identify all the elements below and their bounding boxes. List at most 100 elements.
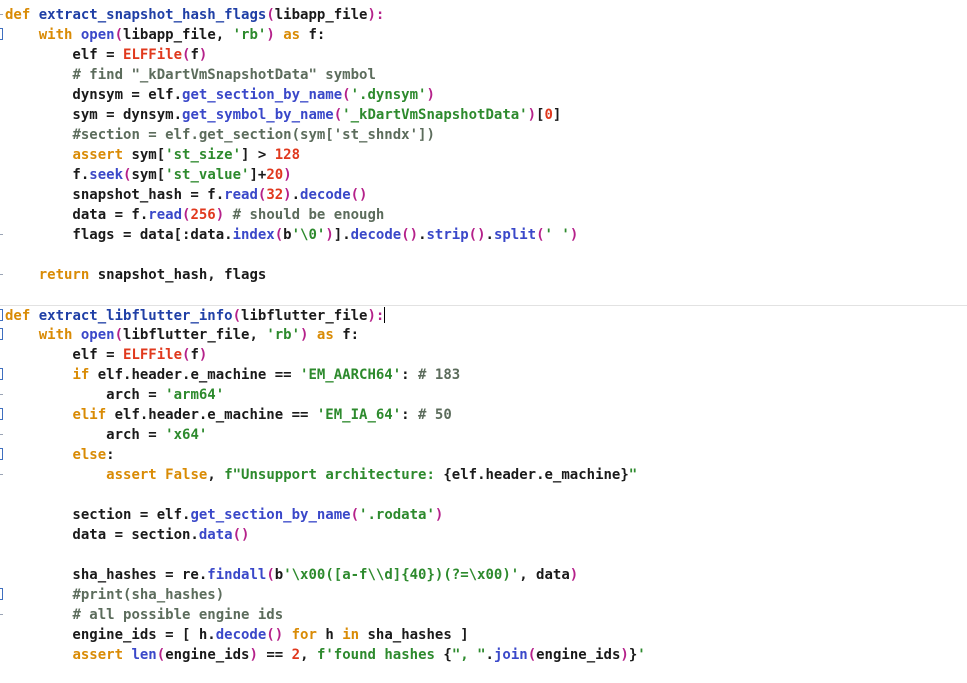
code-token: # find "_kDartVmSnapshotData" symbol (72, 67, 376, 83)
code-line[interactable] (0, 245, 967, 265)
code-token: arch = (5, 427, 166, 443)
code-line[interactable]: engine_ids = [ h.decode() for h in sha_h… (0, 625, 967, 645)
code-token: join (493, 647, 528, 663)
text-cursor (384, 307, 386, 323)
code-token: sha_hashes = re. (5, 567, 208, 583)
code-line[interactable] (0, 285, 967, 305)
code-line[interactable]: arch = 'x64' (0, 425, 967, 445)
code-token: f'found hashes (316, 647, 444, 663)
fold-marker[interactable] (0, 408, 3, 420)
code-token: { (443, 647, 452, 663)
code-line[interactable]: # find "_kDartVmSnapshotData" symbol (0, 65, 967, 85)
code-line[interactable]: elf = ELFFile(f) (0, 45, 967, 65)
fold-end-marker[interactable] (0, 614, 3, 615)
code-token: , (207, 467, 225, 483)
code-token: dynsym = elf. (5, 87, 183, 103)
code-token: def (5, 7, 31, 23)
code-line[interactable]: assert False, f"Unsupport architecture: … (0, 465, 967, 485)
code-line[interactable]: #section = elf.get_section(sym['st_shndx… (0, 125, 967, 145)
code-line[interactable]: with open(libflutter_file, 'rb') as f: (0, 325, 967, 345)
fold-end-marker[interactable] (0, 234, 3, 235)
code-line[interactable]: flags = data[:data.index(b'\0')].decode(… (0, 225, 967, 245)
code-editor[interactable]: def extract_snapshot_hash_flags(libapp_f… (0, 0, 967, 683)
code-token: ): (367, 7, 385, 23)
code-token: engine_ids (536, 647, 621, 663)
code-line[interactable]: snapshot_hash = f.read(32).decode() (0, 185, 967, 205)
code-line[interactable]: with open(libapp_file, 'rb') as f: (0, 25, 967, 45)
code-line[interactable]: # all possible engine ids (0, 605, 967, 625)
code-line[interactable]: section = elf.get_section_by_name('.roda… (0, 505, 967, 525)
code-token: assert (72, 647, 124, 663)
code-line[interactable]: else: (0, 445, 967, 465)
code-token: snapshot_hash, flags (89, 267, 267, 283)
fold-end-marker[interactable] (0, 14, 3, 15)
fold-marker[interactable] (0, 588, 3, 600)
fold-marker[interactable] (0, 448, 3, 460)
code-token: b (274, 567, 284, 583)
code-line[interactable]: data = f.read(256) # should be enough (0, 205, 967, 225)
code-line[interactable]: assert sym['st_size'] > 128 (0, 145, 967, 165)
code-token: ( (274, 227, 284, 243)
code-line[interactable]: f.seek(sym['st_value']+20) (0, 165, 967, 185)
code-token: strip (426, 227, 469, 243)
code-token: extract_snapshot_hash_flags (38, 7, 267, 23)
fold-marker[interactable] (0, 309, 3, 321)
code-line[interactable]: sha_hashes = re.findall(b'\x00([a-f\\d]{… (0, 565, 967, 585)
code-token: libflutter_file, (123, 327, 267, 343)
code-token: else (72, 447, 107, 463)
code-line[interactable]: elif elf.header.e_machine == 'EM_IA_64':… (0, 405, 967, 425)
code-token: ]. (333, 227, 351, 243)
code-line[interactable]: def extract_snapshot_hash_flags(libapp_f… (0, 5, 967, 25)
code-token: ]+ (249, 167, 267, 183)
code-line[interactable]: if elf.header.e_machine == 'EM_AARCH64':… (0, 365, 967, 385)
code-token: : (401, 407, 419, 423)
code-token: ( (527, 647, 537, 663)
code-token: extract_libflutter_info (38, 308, 233, 324)
code-token: split (493, 227, 537, 243)
fold-end-marker[interactable] (0, 474, 3, 475)
code-area[interactable]: def extract_snapshot_hash_flags(libapp_f… (0, 5, 967, 665)
fold-end-marker[interactable] (0, 274, 3, 275)
code-token: . (485, 647, 494, 663)
code-token: ) (249, 647, 258, 663)
fold-marker[interactable] (0, 28, 3, 40)
code-token: # 183 (418, 367, 461, 383)
fold-end-marker[interactable] (0, 434, 3, 435)
code-token: elf.header.e_machine (451, 467, 621, 483)
code-token: 'EM_AARCH64' (300, 367, 402, 383)
code-line[interactable]: dynsym = elf.get_section_by_name('.dynsy… (0, 85, 967, 105)
code-line[interactable]: arch = 'arm64' (0, 385, 967, 405)
code-line[interactable]: elf = ELFFile(f) (0, 345, 967, 365)
code-line[interactable]: sym = dynsym.get_symbol_by_name('_kDartV… (0, 105, 967, 125)
code-token: snapshot_hash = f. (5, 187, 225, 203)
code-token: 'st_value' (165, 167, 250, 183)
code-token: sym[ (131, 167, 166, 183)
code-line[interactable]: data = section.data() (0, 525, 967, 545)
fold-end-marker[interactable] (0, 394, 3, 395)
fold-marker[interactable] (0, 328, 3, 340)
code-line[interactable] (0, 545, 967, 565)
code-line[interactable]: #print(sha_hashes) (0, 585, 967, 605)
code-token: h (316, 627, 343, 643)
code-token: ): (367, 308, 385, 324)
code-line[interactable]: return snapshot_hash, flags (0, 265, 967, 285)
code-token: 'EM_IA_64' (316, 407, 402, 423)
code-token: decode (300, 187, 351, 203)
code-token: , data (519, 567, 570, 583)
code-token: 2 (291, 647, 301, 663)
code-line[interactable]: def extract_libflutter_info(libflutter_f… (0, 305, 967, 325)
code-token: () (401, 227, 419, 243)
fold-marker[interactable] (0, 368, 3, 380)
code-token: () (468, 227, 486, 243)
code-token: , (300, 647, 317, 663)
code-token: { (443, 467, 452, 483)
code-line[interactable]: assert len(engine_ids) == 2, f'found has… (0, 645, 967, 665)
code-token: 0 (544, 107, 553, 123)
code-line[interactable] (0, 485, 967, 505)
